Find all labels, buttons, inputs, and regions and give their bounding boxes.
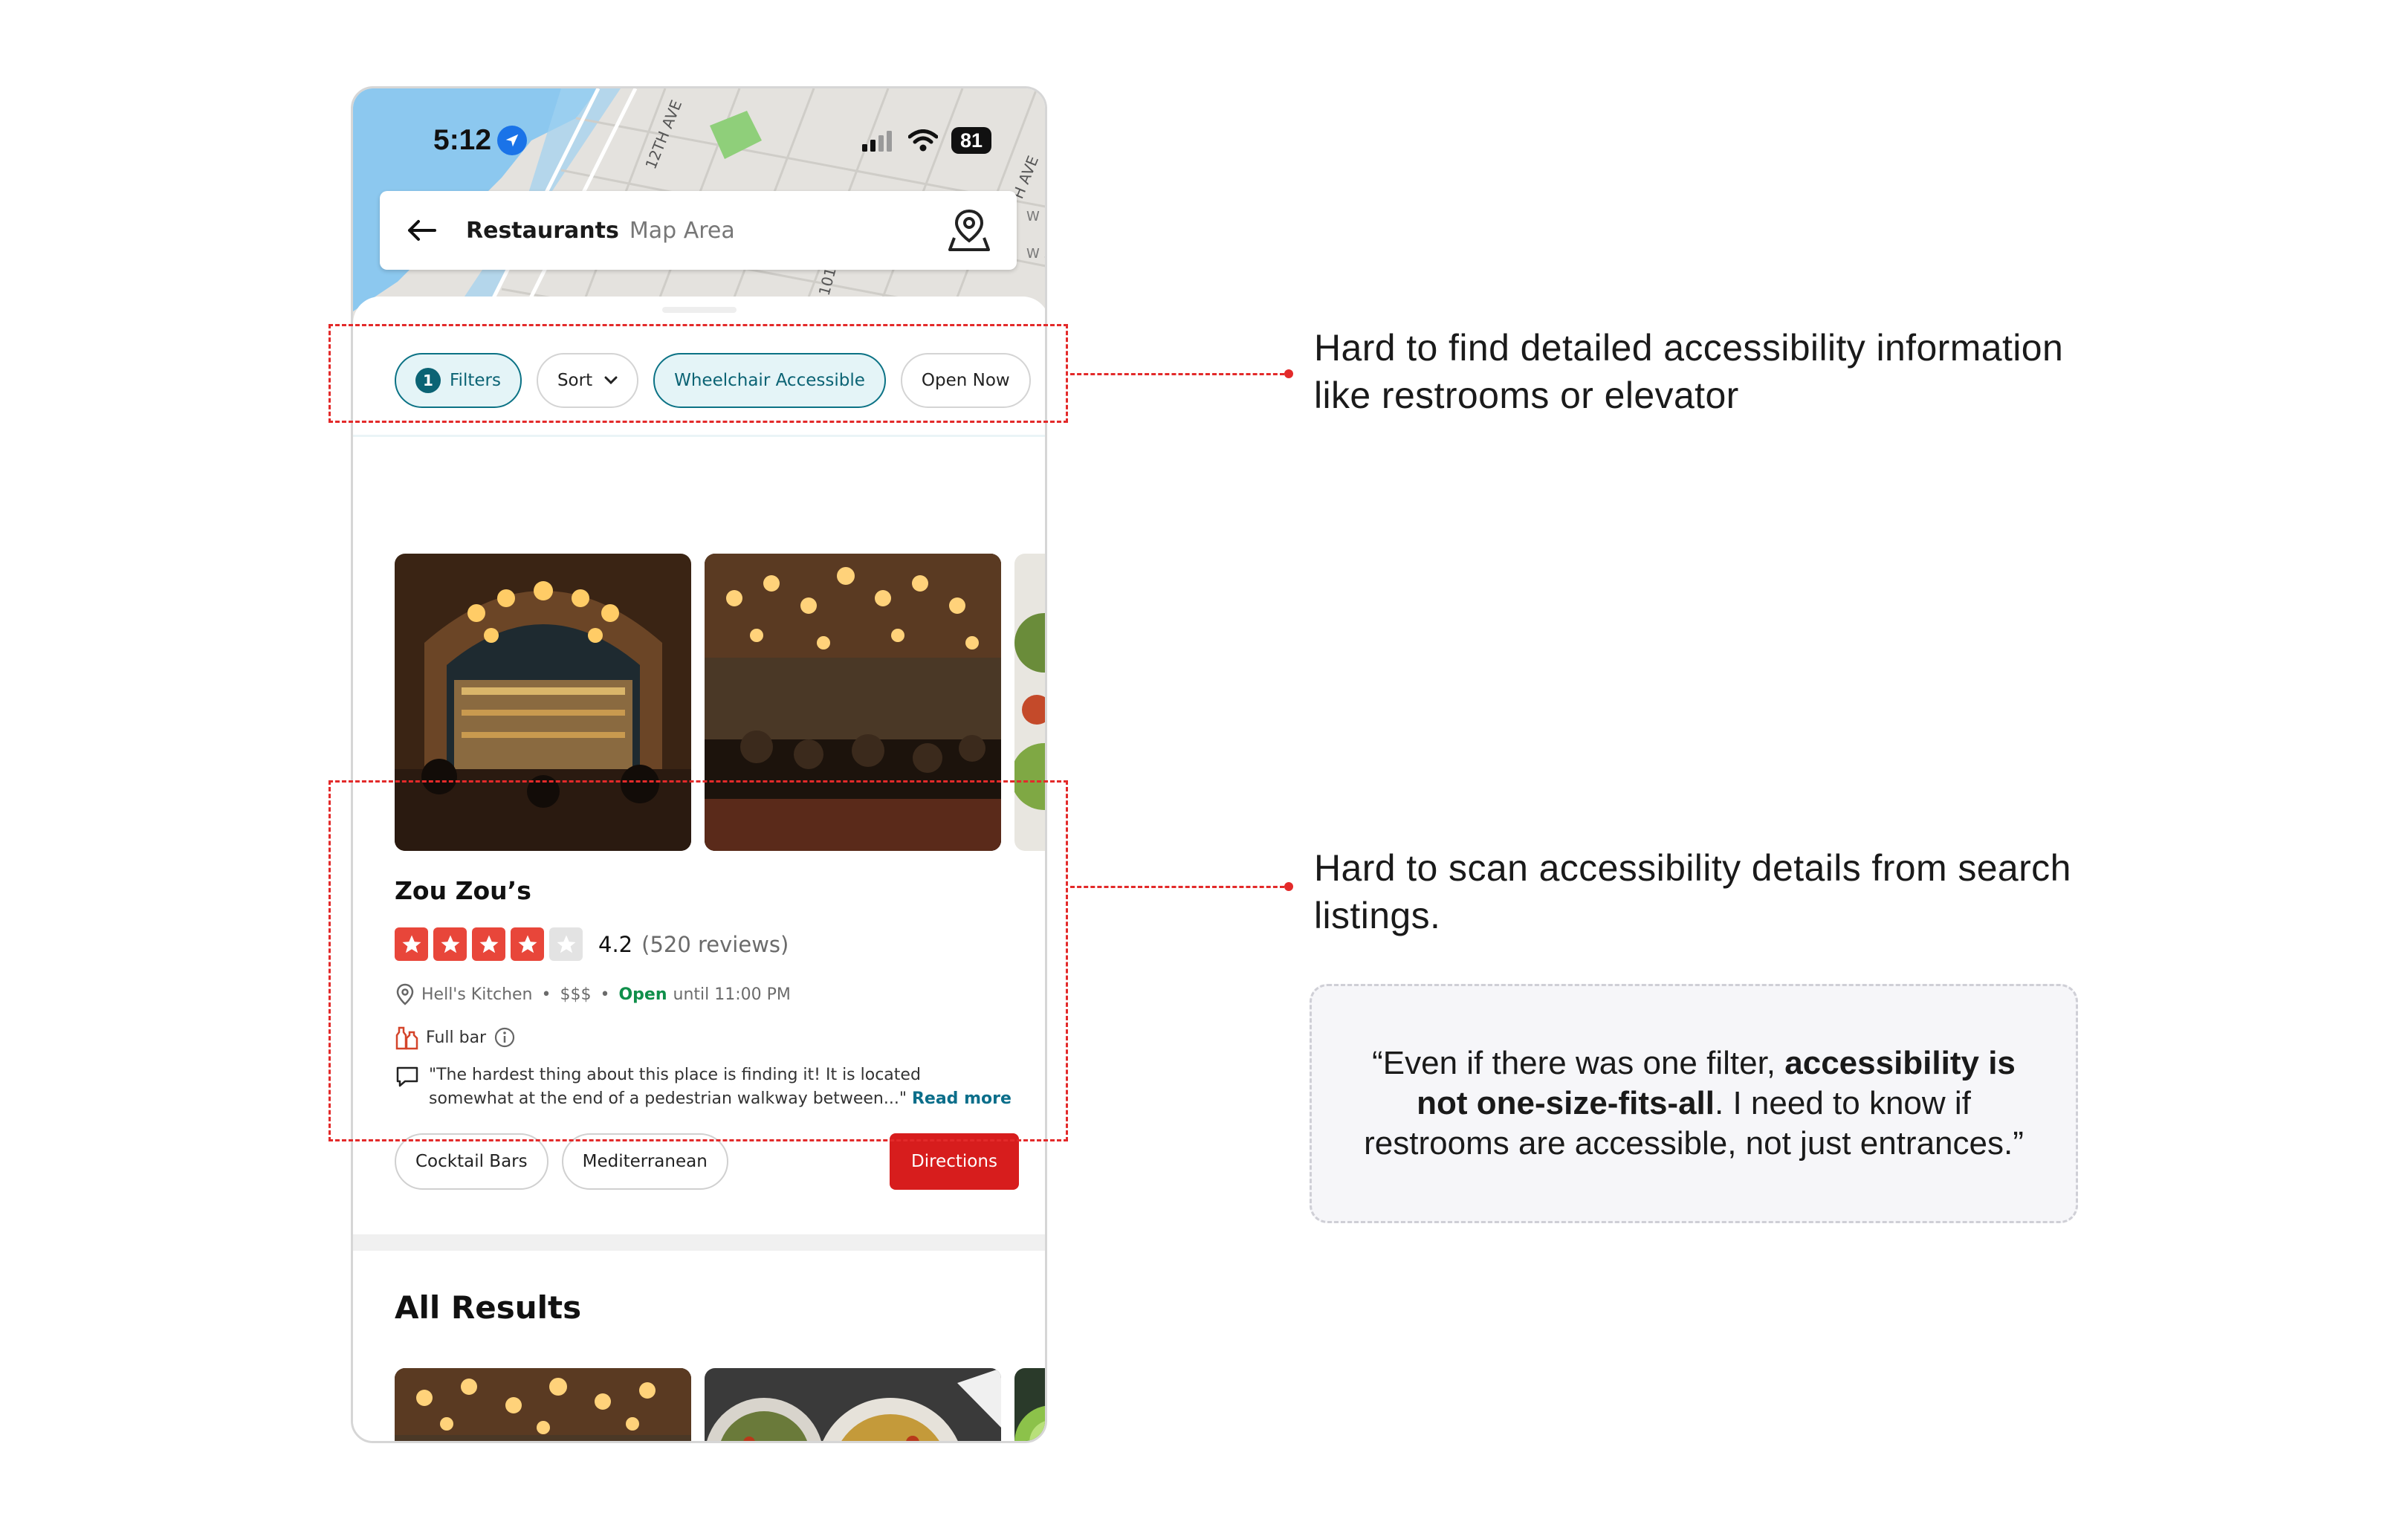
street-label: W xyxy=(1026,209,1040,224)
status-time: 5:12 xyxy=(433,124,528,157)
search-subtitle: Map Area xyxy=(629,217,735,244)
directions-button[interactable]: Directions xyxy=(890,1133,1019,1190)
sheet-handle[interactable] xyxy=(662,307,737,313)
quote-text: “Even if there was one filter, xyxy=(1372,1045,1785,1081)
leader-line xyxy=(1070,373,1284,375)
note-line: Hard to find detailed accessibility info… xyxy=(1314,327,2064,369)
food-photo[interactable] xyxy=(705,1368,1001,1443)
note-line: listings. xyxy=(1314,895,1441,936)
note-line: like restrooms or elevator xyxy=(1314,375,1739,416)
restaurant-photo[interactable] xyxy=(395,1368,691,1443)
location-arrow-icon xyxy=(497,126,528,155)
user-quote-card: “Even if there was one filter, accessibi… xyxy=(1310,984,2078,1223)
section-divider xyxy=(353,1234,1045,1251)
note-line: Hard to scan accessibility details from … xyxy=(1314,847,2071,889)
annotation-note-listings: Hard to scan accessibility details from … xyxy=(1314,844,2071,939)
back-arrow-icon[interactable] xyxy=(407,219,436,242)
map-pin-icon[interactable] xyxy=(948,208,990,253)
leader-line xyxy=(1070,886,1284,888)
leader-dot xyxy=(1284,369,1293,378)
category-tag[interactable]: Cocktail Bars xyxy=(395,1133,548,1190)
annotation-note-filters: Hard to find detailed accessibility info… xyxy=(1314,324,2063,419)
chip-divider xyxy=(353,435,1045,437)
search-bar[interactable]: Restaurants Map Area xyxy=(380,191,1017,270)
result-photos xyxy=(395,1368,1047,1443)
street-label: W 5 xyxy=(1026,246,1047,262)
status-indicators: 81 xyxy=(861,127,991,154)
category-tag[interactable]: Mediterranean xyxy=(561,1133,728,1190)
leader-dot xyxy=(1284,882,1293,891)
listing-highlight-box xyxy=(328,780,1068,1141)
phone-screen: 12TH AVE H AVE 101 W W 5 5:12 81 Restaur… xyxy=(351,86,1047,1443)
search-title: Restaurants xyxy=(466,217,619,244)
all-results-heading: All Results xyxy=(395,1289,582,1326)
cellular-signal-icon xyxy=(861,131,892,152)
food-photo[interactable] xyxy=(1014,1368,1047,1443)
action-row: Cocktail Bars Mediterranean Directions xyxy=(395,1133,1019,1190)
status-clock: 5:12 xyxy=(433,124,492,156)
battery-indicator: 81 xyxy=(951,127,991,154)
wifi-icon xyxy=(907,129,938,152)
user-quote: “Even if there was one filter, accessibi… xyxy=(1349,1043,2039,1164)
filters-highlight-box xyxy=(328,324,1068,423)
